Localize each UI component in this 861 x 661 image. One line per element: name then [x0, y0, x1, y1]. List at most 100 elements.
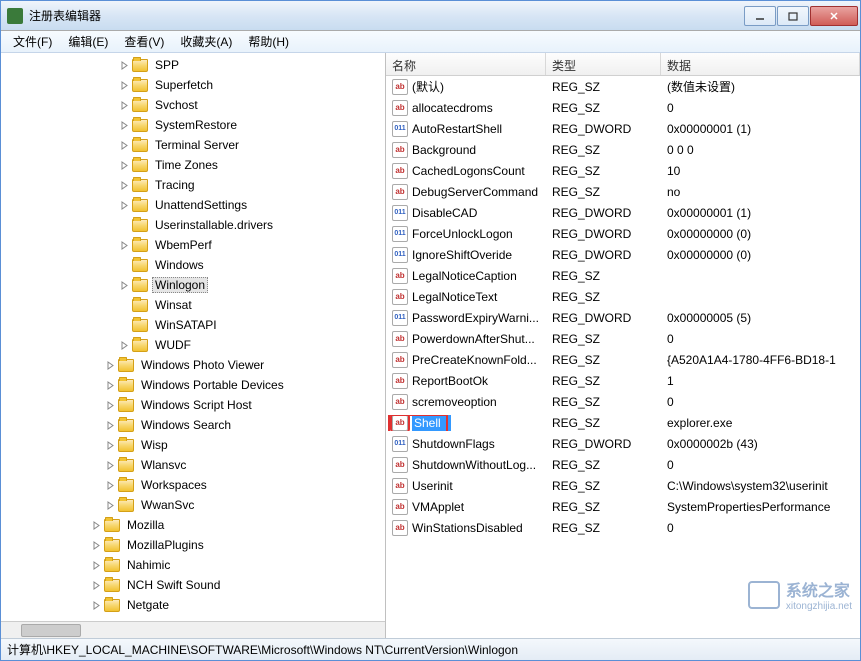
value-row[interactable]: VMAppletREG_SZSystemPropertiesPerformanc… [386, 496, 860, 517]
expand-icon[interactable] [119, 340, 130, 351]
tree-item[interactable]: Userinstallable.drivers [1, 215, 385, 235]
folder-icon [132, 239, 148, 252]
value-row[interactable]: UserinitREG_SZC:\Windows\system32\userin… [386, 475, 860, 496]
value-name: (默认) [412, 78, 444, 95]
expand-icon[interactable] [105, 500, 116, 511]
tree-item[interactable]: NCH Swift Sound [1, 575, 385, 595]
tree-item[interactable]: WinSATAPI [1, 315, 385, 335]
value-row[interactable]: CachedLogonsCountREG_SZ10 [386, 160, 860, 181]
column-data[interactable]: 数据 [661, 53, 860, 75]
expand-icon[interactable] [119, 60, 130, 71]
maximize-button[interactable] [777, 6, 809, 26]
tree-item[interactable]: Windows Photo Viewer [1, 355, 385, 375]
value-row[interactable]: ShellREG_SZexplorer.exe [386, 412, 860, 433]
tree-item[interactable]: Time Zones [1, 155, 385, 175]
status-path: 计算机\HKEY_LOCAL_MACHINE\SOFTWARE\Microsof… [7, 641, 518, 658]
value-row[interactable]: (默认)REG_SZ(数值未设置) [386, 76, 860, 97]
expand-icon[interactable] [91, 540, 102, 551]
tree-item[interactable]: SystemRestore [1, 115, 385, 135]
expand-icon[interactable] [119, 160, 130, 171]
tree-pane[interactable]: SPPSuperfetchSvchostSystemRestoreTermina… [1, 53, 386, 638]
value-row[interactable]: ForceUnlockLogonREG_DWORD0x00000000 (0) [386, 223, 860, 244]
expand-icon[interactable] [105, 380, 116, 391]
expand-icon[interactable] [91, 520, 102, 531]
scrollbar-thumb[interactable] [21, 624, 81, 637]
close-button[interactable] [810, 6, 858, 26]
value-row[interactable]: PreCreateKnownFold...REG_SZ{A520A1A4-178… [386, 349, 860, 370]
value-row[interactable]: PowerdownAfterShut...REG_SZ0 [386, 328, 860, 349]
tree-item[interactable]: Svchost [1, 95, 385, 115]
expand-icon[interactable] [105, 480, 116, 491]
value-row[interactable]: scremoveoptionREG_SZ0 [386, 391, 860, 412]
expand-icon[interactable] [119, 180, 130, 191]
expand-icon[interactable] [105, 420, 116, 431]
expand-icon[interactable] [119, 280, 130, 291]
expand-icon[interactable] [119, 120, 130, 131]
value-row[interactable]: ReportBootOkREG_SZ1 [386, 370, 860, 391]
value-row[interactable]: allocatecdromsREG_SZ0 [386, 97, 860, 118]
value-row[interactable]: LegalNoticeCaptionREG_SZ [386, 265, 860, 286]
value-row[interactable]: DisableCADREG_DWORD0x00000001 (1) [386, 202, 860, 223]
value-row[interactable]: BackgroundREG_SZ0 0 0 [386, 139, 860, 160]
horizontal-scrollbar[interactable] [1, 621, 385, 638]
minimize-button[interactable] [744, 6, 776, 26]
tree-item[interactable]: Netgate [1, 595, 385, 615]
value-data: 0 [661, 332, 860, 346]
column-name[interactable]: 名称 [386, 53, 546, 75]
expand-icon[interactable] [91, 580, 102, 591]
value-data: 0x00000001 (1) [661, 122, 860, 136]
tree-item[interactable]: Mozilla [1, 515, 385, 535]
value-row[interactable]: LegalNoticeTextREG_SZ [386, 286, 860, 307]
tree-item[interactable]: UnattendSettings [1, 195, 385, 215]
tree-item[interactable]: Wisp [1, 435, 385, 455]
expand-icon[interactable] [119, 200, 130, 211]
menu-help[interactable]: 帮助(H) [240, 31, 297, 52]
value-name: Shell [412, 415, 451, 431]
value-row[interactable]: WinStationsDisabledREG_SZ0 [386, 517, 860, 538]
value-row[interactable]: IgnoreShiftOverideREG_DWORD0x00000000 (0… [386, 244, 860, 265]
tree-item[interactable]: Nahimic [1, 555, 385, 575]
menu-favorites[interactable]: 收藏夹(A) [172, 31, 240, 52]
tree-item[interactable]: Windows [1, 255, 385, 275]
expand-icon[interactable] [91, 600, 102, 611]
menu-file[interactable]: 文件(F) [5, 31, 60, 52]
value-row[interactable]: PasswordExpiryWarni...REG_DWORD0x0000000… [386, 307, 860, 328]
tree-item[interactable]: Windows Script Host [1, 395, 385, 415]
value-row[interactable]: AutoRestartShellREG_DWORD0x00000001 (1) [386, 118, 860, 139]
tree-item[interactable]: Winlogon [1, 275, 385, 295]
tree-item[interactable]: Tracing [1, 175, 385, 195]
tree-item[interactable]: WwanSvc [1, 495, 385, 515]
expand-icon[interactable] [105, 460, 116, 471]
value-row[interactable]: ShutdownFlagsREG_DWORD0x0000002b (43) [386, 433, 860, 454]
value-row[interactable]: ShutdownWithoutLog...REG_SZ0 [386, 454, 860, 475]
expand-icon[interactable] [119, 240, 130, 251]
folder-icon [104, 579, 120, 592]
tree-item[interactable]: Windows Portable Devices [1, 375, 385, 395]
value-type: REG_SZ [546, 416, 661, 430]
tree-item[interactable]: WUDF [1, 335, 385, 355]
menu-view[interactable]: 查看(V) [116, 31, 172, 52]
tree-item[interactable]: MozillaPlugins [1, 535, 385, 555]
expand-icon[interactable] [119, 80, 130, 91]
tree-item[interactable]: Wlansvc [1, 455, 385, 475]
value-name: PreCreateKnownFold... [412, 353, 537, 367]
expand-icon[interactable] [91, 560, 102, 571]
tree-item[interactable]: Winsat [1, 295, 385, 315]
tree-item[interactable]: Terminal Server [1, 135, 385, 155]
tree-item[interactable]: SPP [1, 55, 385, 75]
expand-icon[interactable] [119, 100, 130, 111]
expand-icon[interactable] [119, 140, 130, 151]
value-row[interactable]: DebugServerCommandREG_SZno [386, 181, 860, 202]
expand-icon[interactable] [105, 400, 116, 411]
expand-icon[interactable] [105, 360, 116, 371]
menu-edit[interactable]: 编辑(E) [60, 31, 116, 52]
tree-item[interactable]: Superfetch [1, 75, 385, 95]
expand-icon[interactable] [105, 440, 116, 451]
titlebar[interactable]: 注册表编辑器 [1, 1, 860, 31]
tree-item[interactable]: WbemPerf [1, 235, 385, 255]
tree-item[interactable]: Workspaces [1, 475, 385, 495]
tree-item[interactable]: Windows Search [1, 415, 385, 435]
column-type[interactable]: 类型 [546, 53, 661, 75]
value-type: REG_SZ [546, 332, 661, 346]
list-pane[interactable]: 名称 类型 数据 (默认)REG_SZ(数值未设置)allocatecdroms… [386, 53, 860, 638]
